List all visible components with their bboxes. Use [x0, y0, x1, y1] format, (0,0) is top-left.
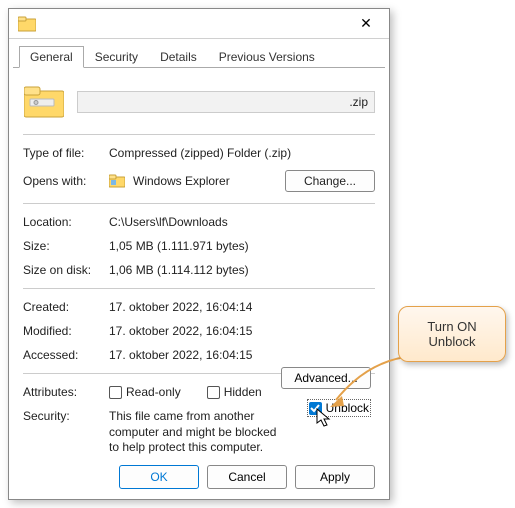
advanced-button[interactable]: Advanced... [281, 367, 371, 389]
titlebar: ✕ [9, 9, 389, 39]
change-button[interactable]: Change... [285, 170, 375, 192]
unblock-label: Unblock [326, 401, 369, 415]
tab-details[interactable]: Details [149, 46, 208, 68]
instruction-callout: Turn ON Unblock [398, 306, 506, 362]
tab-general[interactable]: General [19, 46, 84, 68]
close-icon: ✕ [360, 15, 372, 32]
checkbox-checked-icon [309, 402, 322, 415]
cancel-button[interactable]: Cancel [207, 465, 287, 489]
filename-input[interactable]: .zip [77, 91, 375, 113]
titlebar-app-icon [17, 14, 37, 34]
tabs: General Security Details Previous Versio… [13, 41, 385, 68]
label-type: Type of file: [23, 146, 109, 160]
label-accessed: Accessed: [23, 348, 109, 362]
value-opens-with: Windows Explorer [133, 174, 230, 188]
close-button[interactable]: ✕ [343, 9, 389, 39]
value-size: 1,05 MB (1.111.971 bytes) [109, 239, 375, 253]
tab-security[interactable]: Security [84, 46, 149, 68]
value-size-on-disk: 1,06 MB (1.114.112 bytes) [109, 263, 375, 277]
security-text: This file came from another computer and… [109, 409, 279, 456]
checkbox-icon [109, 386, 122, 399]
dialog-buttons: OK Cancel Apply [9, 455, 389, 499]
properties-dialog: ✕ General Security Details Previous Vers… [8, 8, 390, 500]
hidden-checkbox[interactable]: Hidden [207, 385, 262, 399]
label-security: Security: [23, 409, 109, 423]
value-accessed: 17. oktober 2022, 16:04:15 [109, 348, 375, 362]
label-location: Location: [23, 215, 109, 229]
readonly-label: Read-only [126, 385, 181, 399]
ok-button[interactable]: OK [119, 465, 199, 489]
file-header: .zip [23, 78, 375, 135]
callout-text: Turn ON Unblock [427, 319, 476, 349]
tab-previous-versions[interactable]: Previous Versions [208, 46, 326, 68]
unblock-checkbox[interactable]: Unblock [307, 399, 371, 417]
label-opens-with: Opens with: [23, 174, 109, 188]
checkbox-icon [207, 386, 220, 399]
value-type: Compressed (zipped) Folder (.zip) [109, 146, 375, 160]
readonly-checkbox[interactable]: Read-only [109, 385, 181, 399]
label-created: Created: [23, 300, 109, 314]
label-modified: Modified: [23, 324, 109, 338]
explorer-icon [109, 173, 125, 189]
value-modified: 17. oktober 2022, 16:04:15 [109, 324, 375, 338]
label-size: Size: [23, 239, 109, 253]
filename-ext: .zip [349, 95, 368, 109]
label-size-on-disk: Size on disk: [23, 263, 109, 277]
value-location: C:\Users\lf\Downloads [109, 215, 375, 229]
apply-button[interactable]: Apply [295, 465, 375, 489]
value-created: 17. oktober 2022, 16:04:14 [109, 300, 375, 314]
label-attributes: Attributes: [23, 385, 109, 399]
hidden-label: Hidden [224, 385, 262, 399]
file-type-icon [23, 84, 65, 120]
